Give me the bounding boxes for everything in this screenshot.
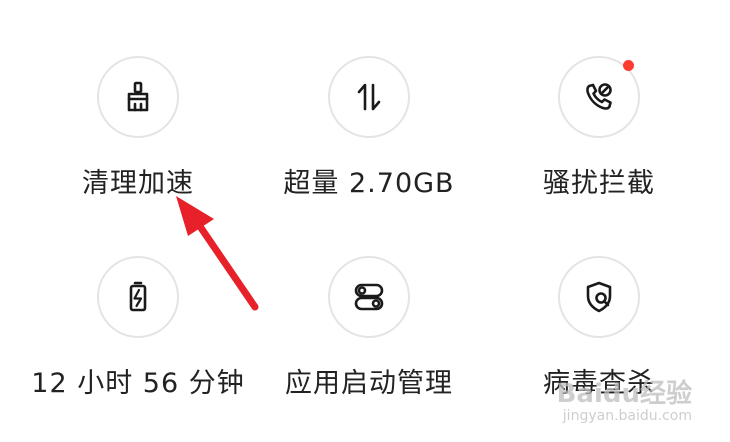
cleanup-button[interactable] — [97, 56, 179, 138]
blocked-call-icon — [586, 83, 612, 110]
app-launch-label: 应用启动管理 — [285, 368, 453, 399]
tile-app-launch[interactable]: 应用启动管理 — [249, 256, 489, 400]
tile-data-usage[interactable]: 超量 2.70GB — [249, 56, 489, 200]
battery-button[interactable] — [97, 256, 179, 338]
battery-charging-icon — [129, 281, 147, 312]
broom-icon — [127, 81, 149, 112]
toggle-switches-icon — [354, 283, 384, 311]
app-launch-button[interactable] — [328, 256, 410, 338]
harassment-block-label: 骚扰拦截 — [543, 168, 655, 199]
virus-scan-button[interactable] — [558, 256, 640, 338]
tile-harassment-block[interactable]: 骚扰拦截 — [479, 56, 719, 200]
notification-dot — [623, 60, 634, 71]
tile-battery[interactable]: 12 小时 56 分钟 — [18, 256, 258, 400]
watermark-url: jingyan.baidu.com — [562, 408, 692, 424]
data-usage-button[interactable] — [328, 56, 410, 138]
shield-search-icon — [586, 281, 612, 313]
harassment-block-button[interactable] — [558, 56, 640, 138]
tile-cleanup[interactable]: 清理加速 — [18, 56, 258, 200]
data-usage-label: 超量 2.70GB — [283, 168, 455, 199]
battery-label: 12 小时 56 分钟 — [31, 368, 245, 399]
watermark: Baidu经验 jingyan.baidu.com — [557, 380, 692, 424]
cleanup-label: 清理加速 — [82, 168, 194, 199]
data-transfer-icon — [357, 83, 381, 111]
watermark-text: Baidu经验 — [556, 379, 692, 409]
